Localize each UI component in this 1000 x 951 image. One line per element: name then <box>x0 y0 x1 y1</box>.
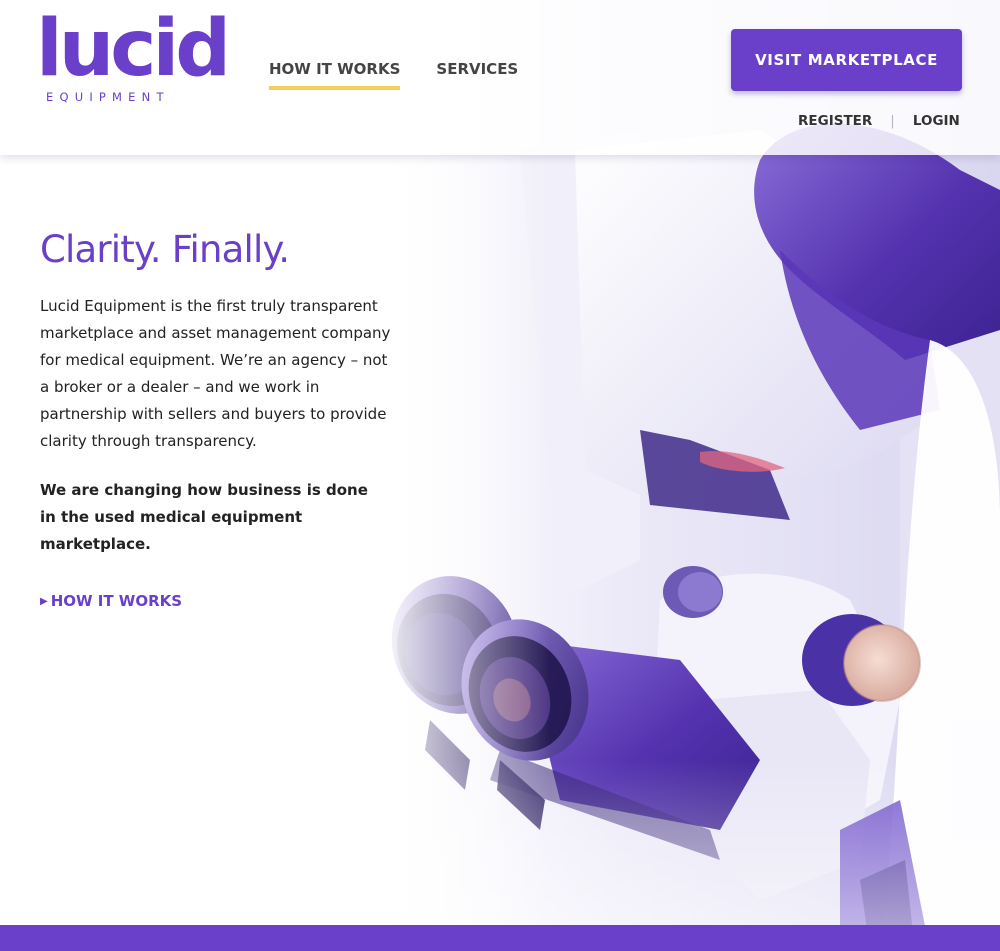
site-header: lucid EQUIPMENT HOW IT WORKS SERVICES VI… <box>0 0 1000 155</box>
hero-section: Clarity. Finally. Lucid Equipment is the… <box>40 228 400 610</box>
lucid-logo[interactable]: lucid EQUIPMENT <box>36 10 231 112</box>
hero-title: Clarity. Finally. <box>40 228 290 271</box>
logo-wordmark: lucid <box>36 4 231 94</box>
page: lucid EQUIPMENT HOW IT WORKS SERVICES VI… <box>0 0 1000 951</box>
register-link[interactable]: REGISTER <box>798 113 872 129</box>
logo-subtitle: EQUIPMENT <box>46 90 170 104</box>
auth-separator: | <box>890 113 895 129</box>
caret-right-icon: ▶ <box>40 595 48 607</box>
nav-how-it-works[interactable]: HOW IT WORKS <box>269 60 401 90</box>
how-it-works-link-label: HOW IT WORKS <box>50 592 183 610</box>
hero-description: Lucid Equipment is the first truly trans… <box>40 297 391 450</box>
nav-services[interactable]: SERVICES <box>436 60 518 90</box>
footer-bar <box>0 925 1000 951</box>
auth-links: REGISTER | LOGIN <box>798 113 960 129</box>
visit-marketplace-button[interactable]: VISIT MARKETPLACE <box>731 29 962 91</box>
login-link[interactable]: LOGIN <box>913 113 960 129</box>
hero-highlight: We are changing how business is done in … <box>40 481 368 553</box>
how-it-works-link[interactable]: ▶ HOW IT WORKS <box>40 592 182 610</box>
main-nav: HOW IT WORKS SERVICES <box>269 60 518 90</box>
